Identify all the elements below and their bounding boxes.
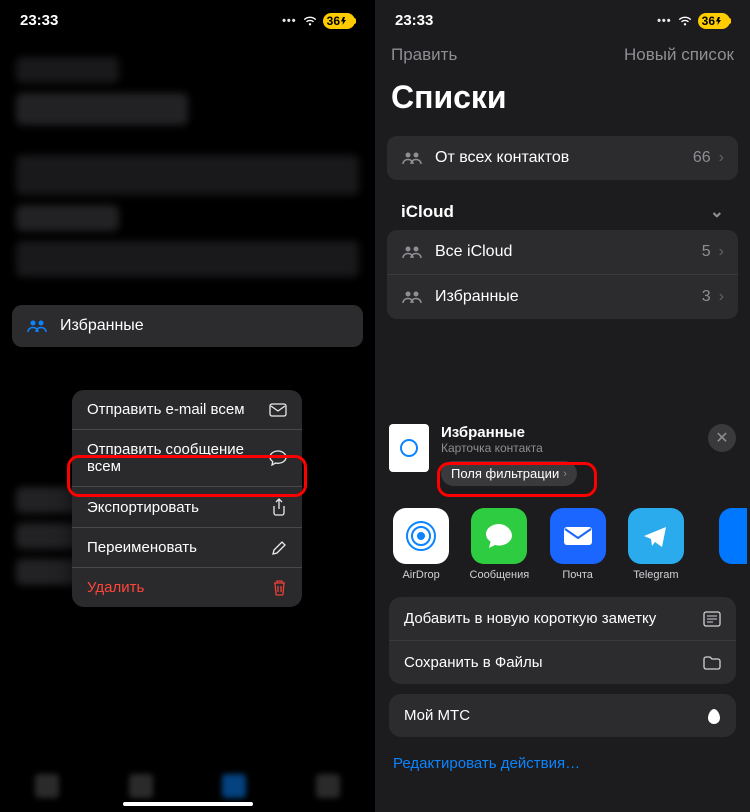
section-icloud[interactable]: iCloud ⌄ [387,188,738,230]
app-partial[interactable] [704,508,734,581]
menu-message-all[interactable]: Отправить сообщение всем [72,429,302,486]
app-messages[interactable]: Сообщения [469,508,529,581]
status-icons: ••• 36 [282,13,355,29]
count: 66 [693,149,711,167]
group-icon [401,290,423,304]
cellular-dots-icon: ••• [657,15,672,27]
cellular-dots-icon: ••• [282,15,297,27]
status-bar: 23:33 ••• 36 [0,0,375,37]
close-button[interactable]: ✕ [708,424,736,452]
app-telegram[interactable]: Telegram [626,508,686,581]
menu-rename[interactable]: Переименовать [72,527,302,567]
chevron-down-icon: ⌄ [710,202,724,222]
tab-bar [0,762,375,802]
edit-actions-link[interactable]: Редактировать действия… [389,747,736,780]
pencil-icon [271,540,287,556]
count: 5 [702,243,711,261]
home-indicator [123,802,253,806]
blurred-background [0,37,375,297]
nav-new-list[interactable]: Новый список [624,45,734,65]
group-icon [401,245,423,259]
row-favorites[interactable]: Избранные 3 › [387,274,738,319]
action-add-note[interactable]: Добавить в новую короткую заметку [389,597,736,640]
action-mts[interactable]: Мой МТС [389,694,736,737]
share-icon [271,498,287,516]
menu-delete[interactable]: Удалить [72,567,302,607]
row-all-contacts[interactable]: От всех контактов 66 › [387,136,738,180]
group-icon [26,319,48,333]
folder-icon [703,655,721,670]
status-time: 23:33 [20,12,58,29]
battery-icon: 36 [698,13,730,29]
selected-list-row[interactable]: Избранные [12,305,363,347]
menu-email-all[interactable]: Отправить e-mail всем [72,390,302,429]
wifi-icon [302,15,318,27]
airdrop-icon [393,508,449,564]
filter-fields-button[interactable]: Поля фильтрации › [441,461,577,486]
status-bar: 23:33 ••• 36 [375,0,750,37]
row-all-icloud[interactable]: Все iCloud 5 › [387,230,738,274]
context-menu: Отправить e-mail всем Отправить сообщени… [72,390,302,607]
note-icon [703,611,721,627]
share-sheet: Избранные Карточка контакта Поля фильтра… [375,410,750,812]
egg-icon [707,708,721,724]
chevron-right-icon: › [719,288,724,306]
chevron-right-icon: › [719,243,724,261]
selected-list-label: Избранные [60,317,144,335]
sheet-title: Избранные [441,424,696,441]
document-icon [389,424,429,472]
app-airdrop[interactable]: AirDrop [391,508,451,581]
menu-export[interactable]: Экспортировать [72,486,302,527]
messages-icon [471,508,527,564]
status-icons: ••• 36 [657,13,730,29]
trash-icon [272,579,287,596]
speech-bubble-icon [269,450,287,466]
chevron-right-icon: › [563,468,567,480]
action-save-files[interactable]: Сохранить в Файлы [389,640,736,684]
status-time: 23:33 [395,12,433,29]
close-icon: ✕ [715,428,728,448]
right-screen: 23:33 ••• 36 Править Новый список Списки… [375,0,750,812]
page-title: Списки [375,73,750,136]
nav-bar: Править Новый список [375,37,750,73]
chevron-right-icon: › [719,149,724,167]
envelope-icon [269,403,287,417]
sheet-subtitle: Карточка контакта [441,441,696,455]
wifi-icon [677,15,693,27]
app-mail[interactable]: Почта [548,508,608,581]
group-icon [401,151,423,165]
left-screen: 23:33 ••• 36 Избранные Отправить e-mail … [0,0,375,812]
share-apps-row: AirDrop Сообщения Почта Telegram [375,492,750,597]
nav-edit[interactable]: Править [391,45,457,65]
mail-icon [550,508,606,564]
battery-icon: 36 [323,13,355,29]
count: 3 [702,288,711,306]
vk-icon [719,508,747,564]
telegram-icon [628,508,684,564]
